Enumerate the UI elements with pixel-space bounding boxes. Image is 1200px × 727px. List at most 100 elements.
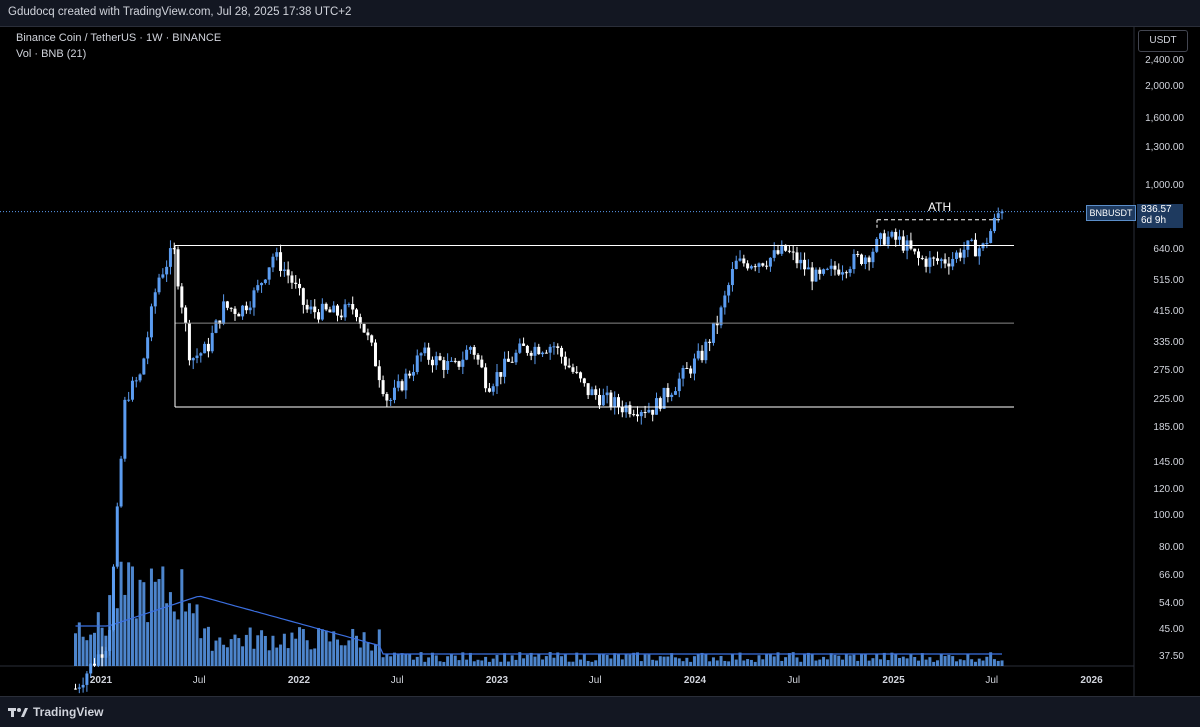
candle-body[interactable]	[920, 257, 924, 259]
candle-body[interactable]	[187, 323, 191, 361]
candle-body[interactable]	[837, 269, 841, 275]
candle-body[interactable]	[544, 352, 548, 354]
candle-body[interactable]	[681, 367, 685, 379]
candle-body[interactable]	[381, 380, 385, 395]
candle-body[interactable]	[514, 352, 518, 363]
candle-body[interactable]	[947, 263, 951, 267]
candle-body[interactable]	[81, 684, 85, 688]
candle-body[interactable]	[894, 231, 898, 240]
candle-body[interactable]	[962, 249, 966, 258]
candle-body[interactable]	[890, 231, 894, 237]
candle-body[interactable]	[860, 254, 864, 265]
candle-body[interactable]	[886, 236, 890, 245]
candle-body[interactable]	[635, 414, 639, 417]
candle-body[interactable]	[123, 399, 127, 459]
candle-body[interactable]	[74, 688, 78, 690]
candle-body[interactable]	[153, 292, 157, 307]
candle-body[interactable]	[411, 372, 415, 376]
candle-body[interactable]	[184, 307, 188, 324]
candle-body[interactable]	[468, 347, 472, 350]
candle-body[interactable]	[260, 282, 264, 286]
candle-body[interactable]	[77, 687, 81, 689]
candle-body[interactable]	[772, 250, 776, 258]
candle-body[interactable]	[214, 320, 218, 333]
candle-body[interactable]	[594, 389, 598, 395]
candle-body[interactable]	[279, 252, 283, 271]
candle-body[interactable]	[651, 409, 655, 415]
candle-body[interactable]	[423, 347, 427, 354]
candle-body[interactable]	[613, 397, 617, 407]
candle-body[interactable]	[639, 412, 643, 417]
candle-body[interactable]	[503, 358, 507, 377]
candle-body[interactable]	[996, 213, 1000, 218]
candle-body[interactable]	[901, 236, 905, 251]
candle-body[interactable]	[313, 306, 317, 313]
candle-body[interactable]	[282, 269, 286, 271]
candle-body[interactable]	[989, 231, 993, 243]
candle-body[interactable]	[176, 249, 180, 287]
candle-body[interactable]	[541, 352, 545, 355]
candle-body[interactable]	[954, 252, 958, 259]
candle-body[interactable]	[104, 650, 108, 658]
candle-body[interactable]	[662, 387, 666, 409]
candle-body[interactable]	[537, 346, 541, 355]
candle-body[interactable]	[142, 358, 146, 375]
candle-body[interactable]	[704, 341, 708, 361]
candle-body[interactable]	[590, 389, 594, 396]
candle-body[interactable]	[598, 394, 602, 406]
candle-body[interactable]	[673, 391, 677, 395]
candle-body[interactable]	[389, 399, 393, 401]
candle-body[interactable]	[396, 381, 400, 388]
candle-body[interactable]	[271, 256, 275, 268]
candle-body[interactable]	[518, 343, 522, 353]
candle-body[interactable]	[757, 263, 761, 267]
candle-body[interactable]	[916, 251, 920, 258]
candle-body[interactable]	[806, 267, 810, 270]
candle-body[interactable]	[168, 248, 172, 267]
candle-body[interactable]	[233, 308, 237, 314]
currency-selector[interactable]: USDT	[1138, 30, 1188, 52]
candle-body[interactable]	[392, 387, 396, 400]
candle-body[interactable]	[111, 566, 115, 631]
candle-body[interactable]	[582, 378, 586, 384]
candle-body[interactable]	[711, 322, 715, 343]
candle-body[interactable]	[575, 371, 579, 373]
candle-body[interactable]	[624, 405, 628, 413]
candle-body[interactable]	[723, 295, 727, 308]
candle-body[interactable]	[461, 359, 465, 367]
candle-body[interactable]	[130, 380, 134, 400]
candle-body[interactable]	[119, 458, 123, 507]
candle-body[interactable]	[833, 265, 837, 270]
candle-body[interactable]	[332, 305, 336, 313]
candle-body[interactable]	[567, 365, 571, 368]
candle-body[interactable]	[510, 361, 514, 363]
candle-body[interactable]	[670, 394, 674, 398]
candle-body[interactable]	[157, 277, 161, 293]
candle-body[interactable]	[992, 217, 996, 232]
candle-body[interactable]	[958, 252, 962, 258]
candle-body[interactable]	[924, 258, 928, 267]
candle-body[interactable]	[195, 355, 199, 359]
candle-body[interactable]	[939, 259, 943, 261]
candle-body[interactable]	[913, 248, 917, 252]
candle-body[interactable]	[856, 253, 860, 255]
candle-body[interactable]	[127, 399, 131, 401]
candle-body[interactable]	[336, 305, 340, 316]
candle-body[interactable]	[898, 236, 902, 240]
candle-body[interactable]	[457, 361, 461, 367]
candle-body[interactable]	[203, 343, 207, 354]
candle-body[interactable]	[825, 268, 829, 270]
candle-body[interactable]	[795, 252, 799, 264]
candle-body[interactable]	[977, 248, 981, 257]
candle-body[interactable]	[605, 392, 609, 396]
candle-body[interactable]	[803, 259, 807, 270]
candle-body[interactable]	[867, 257, 871, 263]
candle-body[interactable]	[935, 258, 939, 261]
candle-body[interactable]	[305, 304, 309, 310]
candle-body[interactable]	[692, 358, 696, 374]
candle-body[interactable]	[446, 361, 450, 370]
candle-body[interactable]	[351, 304, 355, 310]
candle-body[interactable]	[404, 373, 408, 391]
candle-body[interactable]	[138, 374, 142, 381]
candle-body[interactable]	[199, 353, 203, 356]
